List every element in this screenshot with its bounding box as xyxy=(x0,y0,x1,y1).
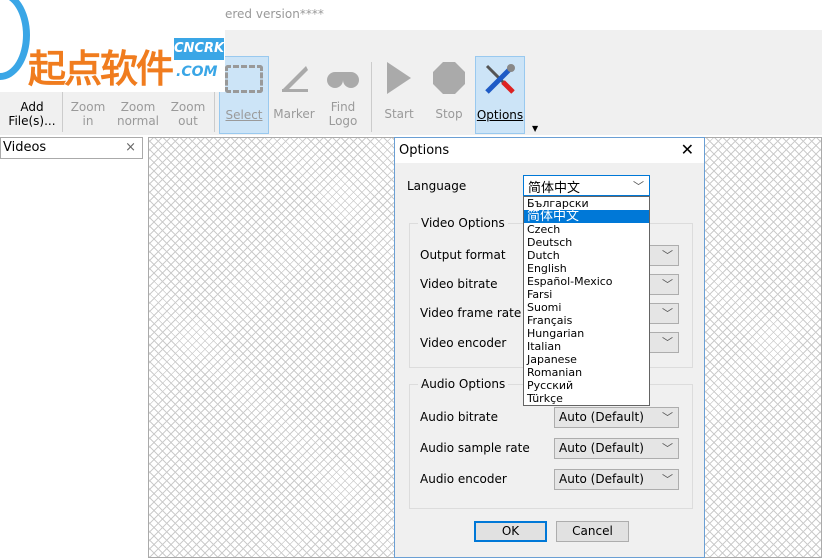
audio-encoder-label: Audio encoder xyxy=(420,472,507,486)
stop-button[interactable]: Stop xyxy=(424,56,474,134)
language-option[interactable]: 简体中文 xyxy=(524,210,649,223)
audio-bitrate-select[interactable]: Auto (Default) ﹀ xyxy=(554,407,679,428)
find-logo-button[interactable]: Find Logo xyxy=(319,56,367,134)
audio-bitrate-label: Audio bitrate xyxy=(420,410,498,424)
ok-button[interactable]: OK xyxy=(474,521,547,542)
watermark-logo: 起点软件 CNCRK .COM xyxy=(0,0,225,92)
language-option[interactable]: Русский xyxy=(524,379,649,392)
audio-bitrate-value: Auto (Default) xyxy=(559,410,644,424)
language-value: 简体中文 xyxy=(528,181,581,196)
find-logo-label: Find Logo xyxy=(328,100,358,128)
language-option[interactable]: English xyxy=(524,262,649,275)
video-encoder-label: Video encoder xyxy=(420,336,507,350)
video-bitrate-label: Video bitrate xyxy=(420,277,498,291)
language-select[interactable]: 简体中文 ﹀ xyxy=(523,175,650,196)
language-option[interactable]: Türkçe xyxy=(524,392,649,405)
chevron-down-icon: ﹀ xyxy=(633,180,644,193)
select-label: Select xyxy=(225,108,263,122)
video-options-title: Video Options xyxy=(418,216,508,230)
output-format-label: Output format xyxy=(420,248,506,262)
tools-icon xyxy=(476,57,524,101)
language-option[interactable]: Suomi xyxy=(524,301,649,314)
dialog-title-bar: Options ✕ xyxy=(395,138,704,163)
videos-tab-label: Videos xyxy=(3,140,47,155)
window-title: ered version**** xyxy=(225,7,324,21)
stop-icon xyxy=(424,56,474,100)
marker-label: Marker xyxy=(273,107,315,121)
language-option[interactable]: Romanian xyxy=(524,366,649,379)
add-files-label: Add File(s)... xyxy=(8,100,56,128)
video-frame-rate-label: Video frame rate xyxy=(420,306,522,320)
start-label: Start xyxy=(384,107,414,121)
language-option[interactable]: Japanese xyxy=(524,353,649,366)
videos-panel-tab[interactable]: Videos × xyxy=(0,137,143,159)
play-icon xyxy=(376,56,422,100)
audio-encoder-value: Auto (Default) xyxy=(559,472,644,486)
close-icon[interactable]: × xyxy=(125,140,136,155)
language-option[interactable]: Dutch xyxy=(524,249,649,262)
audio-sample-rate-value: Auto (Default) xyxy=(559,441,644,455)
close-icon[interactable]: ✕ xyxy=(681,140,694,159)
logo-ring xyxy=(0,0,30,80)
language-option[interactable]: Español-Mexico xyxy=(524,275,649,288)
zoom-out-label: Zoom out xyxy=(170,100,206,128)
zoom-normal-label: Zoom normal xyxy=(116,100,160,128)
select-icon xyxy=(220,57,268,101)
dialog-title: Options xyxy=(399,143,450,158)
audio-sample-rate-select[interactable]: Auto (Default) ﹀ xyxy=(554,438,679,459)
binoculars-icon xyxy=(319,56,367,100)
audio-options-title: Audio Options xyxy=(418,377,509,391)
separator xyxy=(371,62,372,132)
audio-sample-rate-label: Audio sample rate xyxy=(420,441,530,455)
marker-icon xyxy=(271,56,317,100)
options-dialog: Options ✕ Language Video Options Output … xyxy=(394,137,705,558)
language-dropdown-list[interactable]: Български 简体中文 Czech Deutsch Dutch English Esp… xyxy=(523,196,650,406)
toolbar-overflow-arrow[interactable]: ▼ xyxy=(532,124,538,133)
options-label: Options xyxy=(476,108,524,122)
stop-label: Stop xyxy=(435,107,463,121)
language-option[interactable]: Deutsch xyxy=(524,236,649,249)
options-button[interactable]: Options xyxy=(475,56,525,134)
marker-button[interactable]: Marker xyxy=(271,56,317,134)
start-button[interactable]: Start xyxy=(376,56,422,134)
language-option[interactable]: Farsi xyxy=(524,288,649,301)
language-option[interactable]: Français xyxy=(524,314,649,327)
language-label: Language xyxy=(407,179,467,193)
zoom-in-label: Zoom in xyxy=(70,100,106,128)
select-button[interactable]: Select xyxy=(219,56,269,134)
cancel-button[interactable]: Cancel xyxy=(556,521,629,542)
language-option[interactable]: Czech xyxy=(524,223,649,236)
language-option[interactable]: Italian xyxy=(524,340,649,353)
language-option[interactable]: Hungarian xyxy=(524,327,649,340)
audio-encoder-select[interactable]: Auto (Default) ﹀ xyxy=(554,469,679,490)
